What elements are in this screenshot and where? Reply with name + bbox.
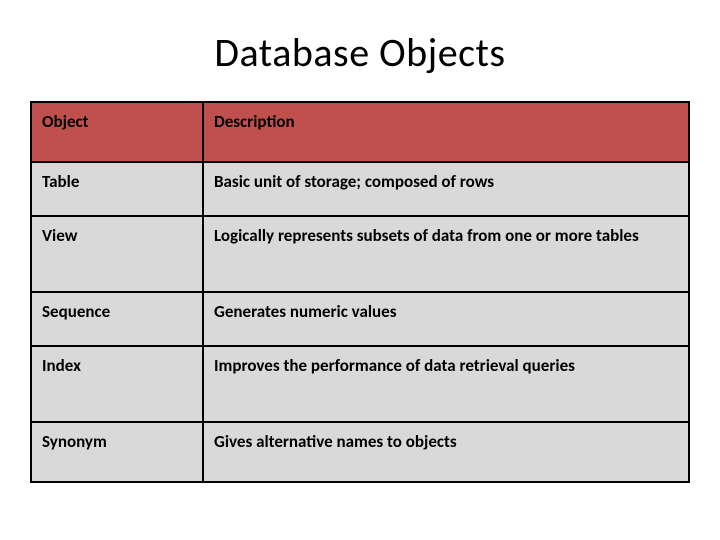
cell-object: Synonym [31, 422, 203, 482]
cell-object: Table [31, 162, 203, 216]
cell-description: Logically represents subsets of data fro… [203, 216, 689, 292]
cell-description: Gives alternative names to objects [203, 422, 689, 482]
table-row: Table Basic unit of storage; composed of… [31, 162, 689, 216]
cell-object: View [31, 216, 203, 292]
cell-description: Improves the performance of data retriev… [203, 346, 689, 422]
table-row: View Logically represents subsets of dat… [31, 216, 689, 292]
header-description: Description [203, 102, 689, 162]
page-title: Database Objects [30, 28, 690, 77]
table-row: Sequence Generates numeric values [31, 292, 689, 346]
table-header-row: Object Description [31, 102, 689, 162]
db-objects-table: Object Description Table Basic unit of s… [30, 101, 690, 483]
header-object: Object [31, 102, 203, 162]
slide: Database Objects Object Description Tabl… [0, 0, 720, 540]
cell-description: Basic unit of storage; composed of rows [203, 162, 689, 216]
table-row: Synonym Gives alternative names to objec… [31, 422, 689, 482]
cell-object: Index [31, 346, 203, 422]
table-row: Index Improves the performance of data r… [31, 346, 689, 422]
cell-description: Generates numeric values [203, 292, 689, 346]
cell-object: Sequence [31, 292, 203, 346]
